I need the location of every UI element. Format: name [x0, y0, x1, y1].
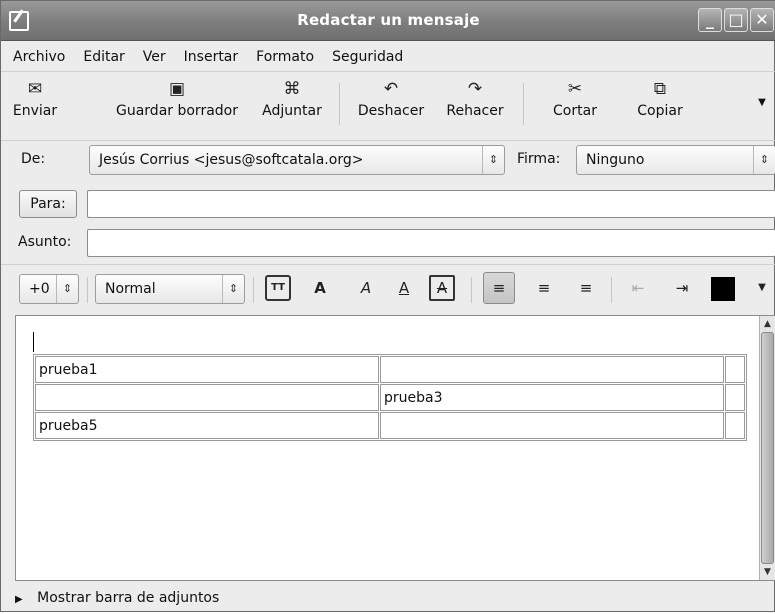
table-row: prueba3 — [35, 384, 745, 411]
minimize-button[interactable]: _ — [698, 8, 722, 32]
bold-icon[interactable]: A — [307, 275, 333, 301]
signature-select[interactable]: Ninguno ⇕ — [576, 145, 775, 175]
message-header: De: Jesús Corrius <jesus@softcatala.org>… — [1, 142, 775, 257]
table-cell[interactable] — [725, 384, 745, 411]
table-cell[interactable] — [725, 356, 745, 383]
format-separator — [611, 277, 612, 303]
undo-label: Deshacer — [357, 103, 425, 119]
cut-label: Cortar — [553, 103, 597, 119]
save-icon: ▣ — [168, 79, 186, 99]
save-draft-label: Guardar borrador — [116, 103, 238, 119]
redo-icon: ↷ — [467, 79, 483, 99]
copy-label: Copiar — [637, 103, 683, 119]
menu-formato[interactable]: Formato — [256, 49, 314, 65]
text-caret — [33, 332, 34, 352]
undo-button[interactable]: ↶ Deshacer — [351, 79, 431, 119]
toolbar-separator — [339, 83, 340, 125]
indent-icon[interactable]: ⇥ — [669, 275, 695, 301]
paragraph-style-value: Normal — [105, 281, 156, 297]
table-cell[interactable] — [380, 356, 724, 383]
align-right-icon[interactable]: ≡ — [573, 275, 599, 301]
menu-bar: Archivo Editar Ver Insertar Formato Segu… — [1, 42, 775, 72]
chevron-updown-icon: ⇕ — [482, 146, 504, 174]
maximize-button[interactable]: □ — [724, 8, 748, 32]
undo-icon: ↶ — [383, 79, 399, 99]
copy-button[interactable]: ⧉ Copiar — [629, 79, 691, 119]
redo-label: Rehacer — [446, 103, 504, 119]
attachments-toggle[interactable]: ▶ Mostrar barra de adjuntos — [1, 584, 775, 613]
menu-ver[interactable]: Ver — [143, 49, 166, 65]
redo-button[interactable]: ↷ Rehacer — [439, 79, 511, 119]
cut-icon: ✂ — [567, 79, 583, 99]
italic-icon[interactable]: A — [353, 275, 379, 301]
table-row: prueba1 — [35, 356, 745, 383]
attach-label: Adjuntar — [262, 103, 322, 119]
format-toolbar: +0 ⇕ Normal ⇕ TT A A A A ≡ ≡ ≡ ⇤ ⇥ ▼ — [1, 264, 775, 312]
table-cell[interactable]: prueba1 — [35, 356, 379, 383]
chevron-updown-icon: ⇕ — [56, 275, 78, 303]
to-field[interactable] — [87, 190, 775, 218]
scroll-down-icon[interactable]: ▼ — [760, 564, 775, 580]
table-row: prueba5 — [35, 412, 745, 439]
expand-triangle-icon: ▶ — [15, 594, 23, 605]
vertical-scrollbar[interactable]: ▲ ▼ — [759, 316, 775, 580]
from-select[interactable]: Jesús Corrius <jesus@softcatala.org> ⇕ — [89, 145, 505, 175]
signature-label: Firma: — [517, 151, 561, 167]
window-title: Redactar un mensaje — [297, 11, 480, 29]
menu-insertar[interactable]: Insertar — [184, 49, 239, 65]
compose-window: Redactar un mensaje _ □ ✕ Archivo Editar… — [0, 0, 775, 612]
subject-label: Asunto: — [18, 234, 72, 250]
subject-field[interactable] — [87, 229, 775, 257]
copy-icon: ⧉ — [653, 79, 667, 99]
menu-seguridad[interactable]: Seguridad — [332, 49, 403, 65]
toolbar-separator — [523, 83, 524, 125]
chevron-updown-icon: ⇕ — [753, 146, 775, 174]
signature-value: Ninguno — [586, 152, 645, 168]
table-cell[interactable] — [380, 412, 724, 439]
main-toolbar: ✉ Enviar ▣ Guardar borrador ⌘ Adjuntar ↶… — [1, 73, 775, 141]
send-icon: ✉ — [27, 79, 43, 99]
overflow-chevron-icon: ▼ — [758, 97, 766, 108]
window-controls: _ □ ✕ — [698, 8, 774, 32]
body-table[interactable]: prueba1 prueba3 prueba5 — [33, 354, 747, 441]
show-attachments-label: Mostrar barra de adjuntos — [37, 590, 220, 606]
menu-editar[interactable]: Editar — [83, 49, 124, 65]
format-overflow-icon[interactable]: ▼ — [749, 275, 775, 301]
from-label: De: — [21, 151, 46, 167]
scroll-thumb[interactable] — [761, 332, 774, 564]
table-cell[interactable]: prueba3 — [380, 384, 724, 411]
scroll-up-icon[interactable]: ▲ — [760, 316, 775, 332]
table-cell[interactable] — [725, 412, 745, 439]
align-center-icon[interactable]: ≡ — [531, 275, 557, 301]
underline-icon[interactable]: A — [391, 275, 417, 301]
text-size-icon[interactable]: TT — [265, 275, 291, 301]
to-button[interactable]: Para: — [19, 190, 77, 218]
text-color-swatch[interactable] — [711, 277, 735, 301]
attach-button[interactable]: ⌘ Adjuntar — [257, 79, 327, 119]
from-value: Jesús Corrius <jesus@softcatala.org> — [99, 152, 364, 168]
font-size-value: +0 — [29, 281, 50, 297]
table-cell[interactable]: prueba5 — [35, 412, 379, 439]
strikethrough-icon[interactable]: A — [429, 275, 455, 301]
align-left-icon[interactable]: ≡ — [483, 272, 515, 304]
attach-icon: ⌘ — [283, 79, 301, 99]
outdent-icon[interactable]: ⇤ — [625, 275, 651, 301]
message-body-editor[interactable]: prueba1 prueba3 prueba5 ▲ ▼ — [15, 315, 775, 581]
title-bar[interactable]: Redactar un mensaje _ □ ✕ — [1, 1, 775, 41]
format-separator — [253, 277, 254, 303]
format-separator — [87, 277, 88, 303]
save-draft-button[interactable]: ▣ Guardar borrador — [107, 79, 247, 119]
chevron-updown-icon: ⇕ — [222, 275, 244, 303]
format-separator — [471, 277, 472, 303]
send-label: Enviar — [12, 103, 58, 119]
font-size-select[interactable]: +0 ⇕ — [19, 274, 79, 304]
toolbar-overflow-button[interactable]: ▼ — [753, 93, 771, 109]
menu-archivo[interactable]: Archivo — [13, 49, 65, 65]
table-cell[interactable] — [35, 384, 379, 411]
paragraph-style-select[interactable]: Normal ⇕ — [95, 274, 245, 304]
send-button[interactable]: ✉ Enviar — [9, 79, 61, 119]
close-button[interactable]: ✕ — [750, 8, 774, 32]
cut-button[interactable]: ✂ Cortar — [545, 79, 605, 119]
